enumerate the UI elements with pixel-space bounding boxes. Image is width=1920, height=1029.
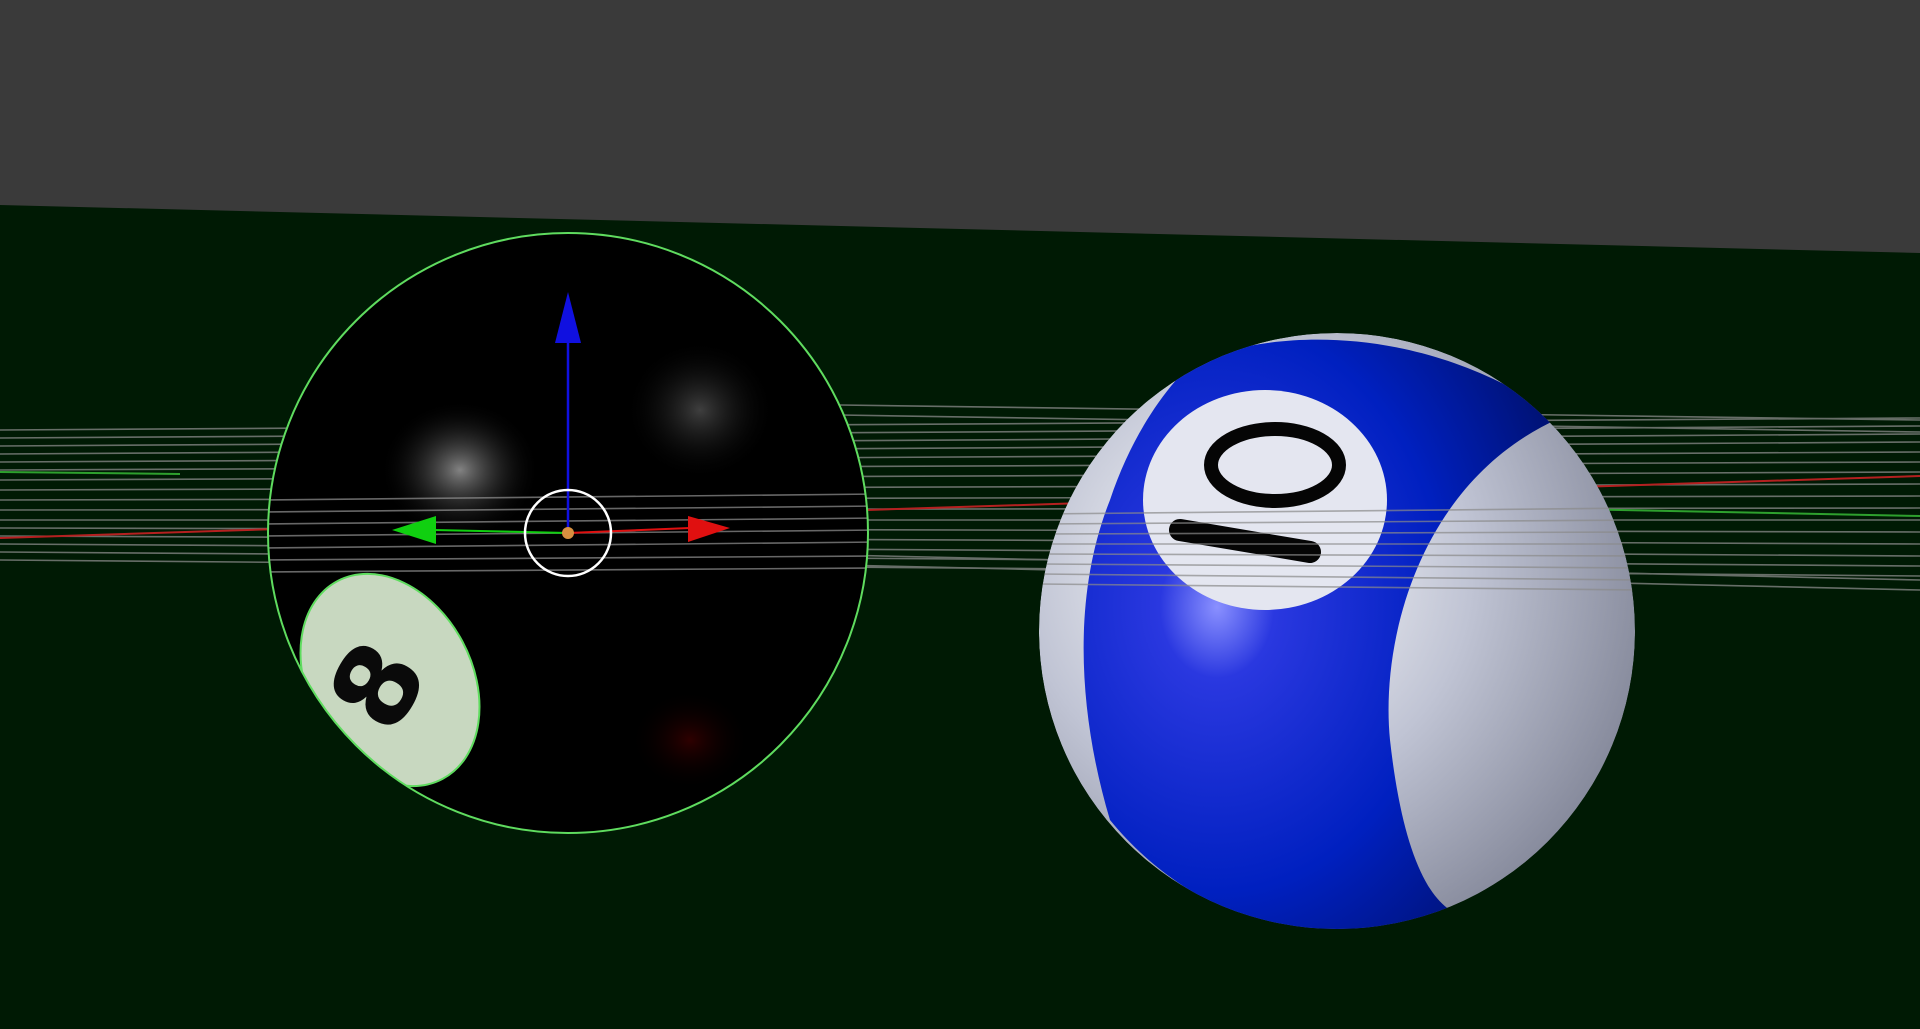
object-origin (562, 527, 574, 539)
eight-ball-highlight (380, 400, 540, 540)
3d-viewport[interactable]: 8 (0, 0, 1920, 1029)
eight-ball-highlight-2 (625, 340, 775, 480)
viewport-canvas[interactable]: 8 (0, 0, 1920, 1029)
